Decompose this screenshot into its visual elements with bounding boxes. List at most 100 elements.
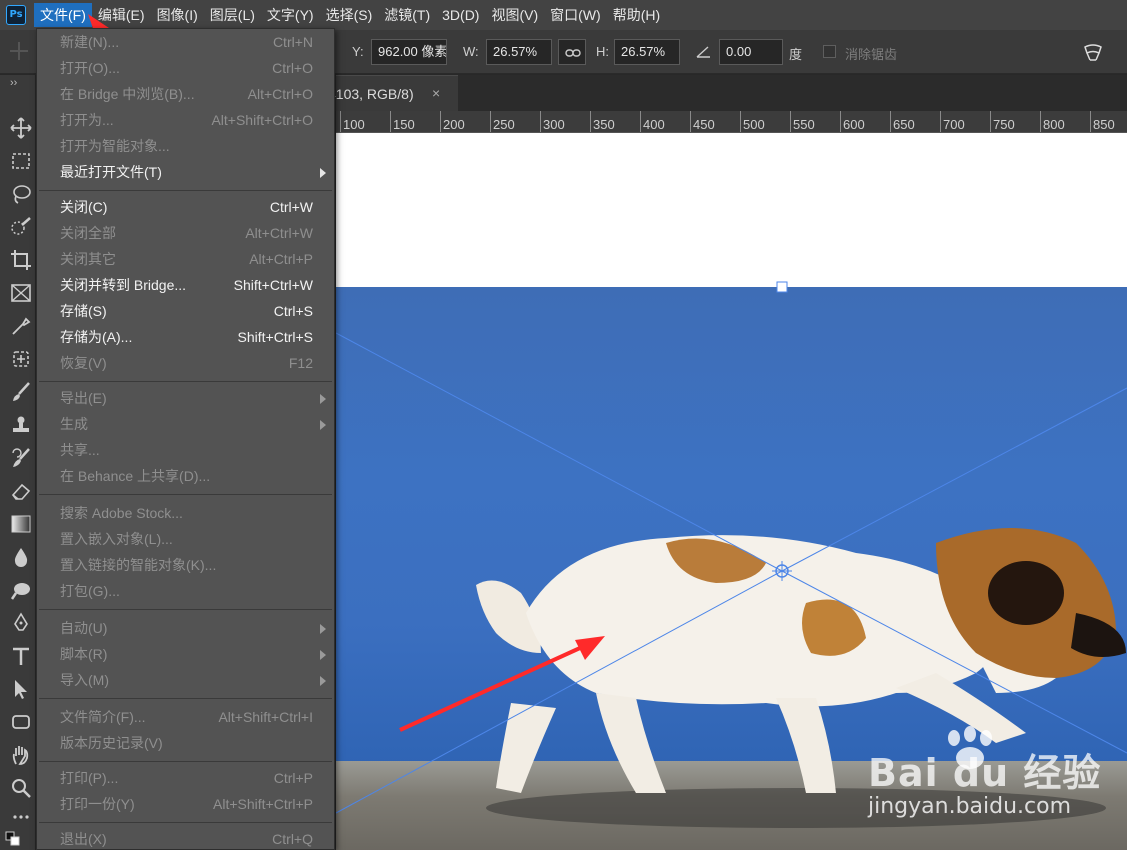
ruler-tick-label: 450 — [693, 117, 715, 132]
warp-mode-icon[interactable] — [1082, 41, 1104, 63]
menu-item-label: 关闭(C) — [60, 199, 108, 215]
menu-item-label: 导入(M) — [60, 672, 109, 688]
menu-item-label: 打印(P)... — [60, 770, 119, 786]
file-menu-item[interactable]: 自动(U) — [37, 615, 334, 641]
eraser-tool-icon[interactable] — [10, 480, 32, 502]
menu-item-label: 生成 — [60, 416, 88, 432]
file-menu-item[interactable]: 关闭其它 Alt+Ctrl+P — [37, 246, 334, 272]
lasso-tool-icon[interactable] — [10, 183, 32, 205]
menu-item-10[interactable]: 帮助(H) — [607, 3, 666, 27]
quick-selection-tool-icon[interactable] — [10, 216, 32, 238]
file-menu-item[interactable]: 新建(N)... Ctrl+N — [37, 29, 334, 55]
file-menu-item[interactable]: 最近打开文件(T) — [37, 159, 334, 185]
file-menu-item[interactable]: 版本历史记录(V) — [37, 730, 334, 756]
healing-brush-tool-icon[interactable] — [10, 348, 32, 370]
clone-stamp-tool-icon[interactable] — [10, 414, 32, 436]
file-menu-item[interactable]: 恢复(V) F12 — [37, 350, 334, 376]
menu-item-7[interactable]: 3D(D) — [436, 3, 485, 27]
file-menu-item[interactable]: 打开(O)... Ctrl+O — [37, 55, 334, 81]
menu-item-shortcut: Alt+Shift+Ctrl+I — [218, 709, 313, 725]
menu-item-6[interactable]: 滤镜(T) — [378, 3, 436, 27]
move-tool-preset-icon[interactable] — [8, 40, 30, 62]
angle-unit: 度 — [789, 47, 803, 62]
history-brush-tool-icon[interactable] — [10, 447, 32, 469]
file-menu-item[interactable]: 文件简介(F)... Alt+Shift+Ctrl+I — [37, 704, 334, 730]
file-menu-item[interactable]: 置入嵌入对象(L)... — [37, 526, 334, 552]
file-menu-item[interactable]: 生成 — [37, 411, 334, 437]
antialias-checkbox[interactable] — [823, 45, 836, 58]
dodge-tool-icon[interactable] — [10, 579, 32, 601]
menu-item-0[interactable]: 文件(F) — [34, 3, 92, 27]
file-menu-item[interactable]: 置入链接的智能对象(K)... — [37, 552, 334, 578]
frame-tool-icon[interactable] — [10, 282, 32, 304]
menu-item-label: 关闭并转到 Bridge... — [60, 277, 187, 293]
height-field[interactable]: 26.57% — [614, 39, 680, 65]
file-menu-item[interactable]: 退出(X) Ctrl+Q — [37, 826, 334, 849]
ruler-tick-line — [490, 111, 491, 132]
collapse-icon[interactable]: ›› — [10, 77, 17, 89]
file-menu-item[interactable]: 打开为智能对象... — [37, 133, 334, 159]
color-swatches-icon[interactable] — [4, 830, 26, 850]
file-menu-item[interactable]: 打包(G)... — [37, 578, 334, 604]
type-tool-icon[interactable] — [10, 645, 32, 667]
move-tool-icon[interactable] — [10, 117, 32, 139]
ruler-tick-label: 100 — [343, 117, 365, 132]
zoom-tool-icon[interactable] — [10, 777, 32, 799]
brush-tool-icon[interactable] — [10, 381, 32, 403]
file-menu-item[interactable]: 存储(S) Ctrl+S — [37, 298, 334, 324]
ruler-tick-label: 300 — [543, 117, 565, 132]
link-aspect-button[interactable] — [558, 39, 586, 65]
angle-field[interactable]: 0.00 — [719, 39, 783, 65]
file-menu-item[interactable]: 在 Behance 上共享(D)... — [37, 463, 334, 489]
menu-item-label: 在 Behance 上共享(D)... — [60, 468, 211, 484]
file-menu-item[interactable]: 导入(M) — [37, 667, 334, 693]
file-menu-item[interactable]: 导出(E) — [37, 385, 334, 411]
menu-item-9[interactable]: 窗口(W) — [544, 3, 607, 27]
crop-tool-icon[interactable] — [10, 249, 32, 271]
file-menu-item[interactable]: 在 Bridge 中浏览(B)... Alt+Ctrl+O — [37, 81, 334, 107]
eyedropper-tool-icon[interactable] — [10, 315, 32, 337]
file-menu-item[interactable]: 脚本(R) — [37, 641, 334, 667]
close-tab-icon[interactable]: × — [432, 85, 440, 101]
file-menu-item[interactable]: 关闭并转到 Bridge... Shift+Ctrl+W — [37, 272, 334, 298]
menu-item-shortcut: Ctrl+N — [272, 34, 313, 50]
file-menu-item[interactable]: 关闭(C) Ctrl+W — [37, 194, 334, 220]
ruler-tick-line — [540, 111, 541, 132]
y-field[interactable]: 962.00 像素 — [371, 39, 447, 65]
menu-item-5[interactable]: 选择(S) — [320, 3, 379, 27]
menu-item-2[interactable]: 图像(I) — [151, 3, 204, 27]
ruler-tick-label: 750 — [993, 117, 1015, 132]
menu-item-8[interactable]: 视图(V) — [485, 3, 544, 27]
file-menu-item[interactable]: 关闭全部 Alt+Ctrl+W — [37, 220, 334, 246]
file-menu-item[interactable]: 搜索 Adobe Stock... — [37, 500, 334, 526]
file-menu-item[interactable]: 存储为(A)... Shift+Ctrl+S — [37, 324, 334, 350]
menu-item-label: 退出(X) — [60, 831, 107, 847]
ruler-tick-label: 500 — [743, 117, 765, 132]
blur-tool-icon[interactable] — [10, 546, 32, 568]
menu-item-1[interactable]: 编辑(E) — [92, 3, 151, 27]
file-menu-item[interactable]: 共享... — [37, 437, 334, 463]
width-field[interactable]: 26.57% — [486, 39, 552, 65]
ruler-tick-line — [840, 111, 841, 132]
tools-panel: ›› — [0, 75, 36, 850]
gradient-tool-icon[interactable] — [10, 513, 32, 535]
ruler-tick-line — [590, 111, 591, 132]
hand-tool-icon[interactable] — [10, 744, 32, 766]
menu-item-3[interactable]: 图层(L) — [204, 3, 261, 27]
submenu-arrow-icon — [320, 168, 326, 178]
submenu-arrow-icon — [320, 624, 326, 634]
menu-item-shortcut: Shift+Ctrl+S — [237, 329, 313, 345]
menu-item-label: 关闭其它 — [60, 251, 116, 267]
pen-tool-icon[interactable] — [10, 612, 32, 634]
marquee-tool-icon[interactable] — [10, 150, 32, 172]
more-tools-icon[interactable] — [10, 806, 32, 828]
file-menu-item[interactable]: 打开为... Alt+Shift+Ctrl+O — [37, 107, 334, 133]
file-menu-item[interactable]: 打印一份(Y) Alt+Shift+Ctrl+P — [37, 791, 334, 817]
rectangle-tool-icon[interactable] — [10, 711, 32, 733]
menubar: Ps 文件(F) 编辑(E) 图像(I) 图层(L) 文字(Y) 选择(S) 滤镜(T) 3D… — [0, 0, 1127, 30]
menu-item-4[interactable]: 文字(Y) — [261, 3, 320, 27]
menu-item-label: 脚本(R) — [60, 646, 108, 662]
file-menu-item[interactable]: 打印(P)... Ctrl+P — [37, 765, 334, 791]
path-selection-tool-icon[interactable] — [10, 678, 32, 700]
menu-item-label: 版本历史记录(V) — [60, 735, 163, 751]
